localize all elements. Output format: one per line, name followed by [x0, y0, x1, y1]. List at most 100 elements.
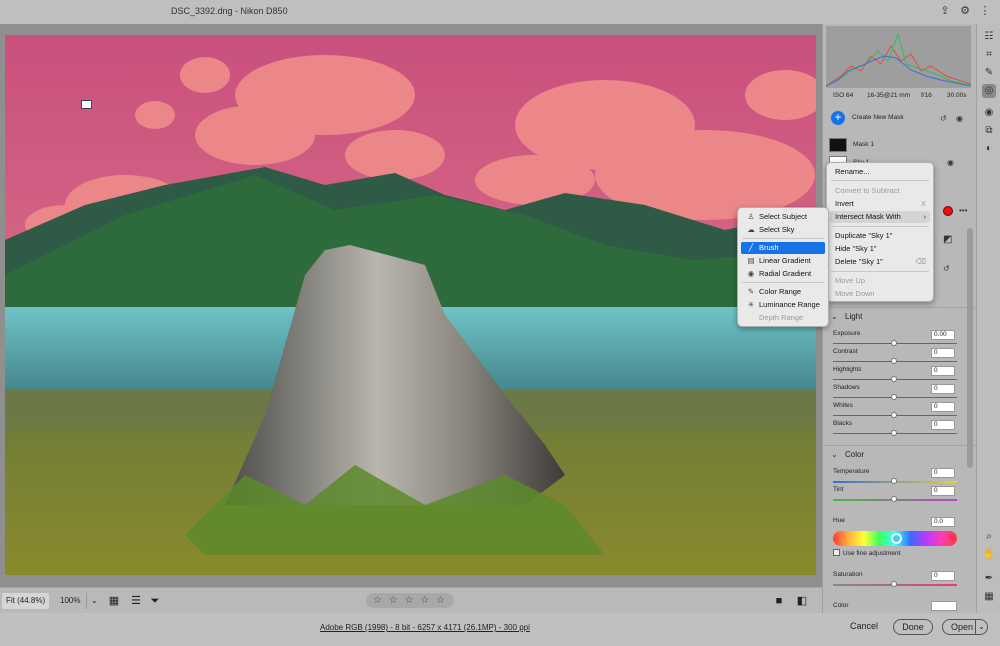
- done-button[interactable]: Done: [893, 619, 933, 635]
- overlay-color-button[interactable]: [943, 206, 953, 216]
- share-icon[interactable]: ⇪: [938, 4, 952, 18]
- presets-icon[interactable]: ◐: [982, 142, 996, 156]
- whites-slider[interactable]: Whites 0: [823, 402, 977, 420]
- slider-value[interactable]: 0.0: [931, 517, 955, 527]
- menu-item-move-up: Move Up: [835, 276, 866, 285]
- light-section-header[interactable]: ⌄ Light: [823, 307, 977, 325]
- slider-label: Exposure: [833, 330, 861, 337]
- highlights-slider[interactable]: Highlights 0: [823, 366, 977, 384]
- submenu-item-color-range[interactable]: ✎ Color Range: [741, 286, 825, 298]
- submenu-item-luminance-range[interactable]: ✳ Luminance Range: [741, 299, 825, 311]
- slider-knob[interactable]: [891, 376, 897, 382]
- snapshots-icon[interactable]: ⧉: [982, 124, 996, 138]
- eye-icon[interactable]: ◉: [956, 114, 963, 123]
- mask-pin-icon[interactable]: [81, 100, 92, 109]
- fine-adjustment-label: Use fine adjustment: [843, 550, 901, 557]
- submenu-item-radial-gradient[interactable]: ◉ Radial Gradient: [741, 268, 825, 280]
- before-after-icon[interactable]: ◧: [795, 593, 809, 609]
- slider-value[interactable]: 0: [931, 571, 955, 581]
- submenu-item-brush[interactable]: ╱ Brush: [741, 242, 825, 254]
- mask-overlay-toggle-icon[interactable]: ■: [772, 593, 786, 609]
- brush-icon: ╱: [748, 243, 754, 252]
- contrast-slider[interactable]: Contrast 0: [823, 348, 977, 366]
- slider-label: Tint: [833, 486, 844, 493]
- slider-value[interactable]: 0: [931, 486, 955, 496]
- panel-scrollbar[interactable]: [967, 228, 973, 468]
- grid-icon[interactable]: ▦: [982, 590, 996, 604]
- shadows-slider[interactable]: Shadows 0: [823, 384, 977, 402]
- menu-shortcut: X: [920, 199, 926, 208]
- filter-icon[interactable]: ⏷: [148, 593, 162, 609]
- heal-brush-icon[interactable]: ✎: [982, 66, 996, 80]
- submenu-item-linear-gradient[interactable]: ▤ Linear Gradient: [741, 255, 825, 267]
- saturation-slider[interactable]: Saturation 0: [823, 571, 977, 589]
- menu-item-duplicate[interactable]: Duplicate "Sky 1": [830, 230, 930, 242]
- fine-adjustment-checkbox[interactable]: Use fine adjustment: [833, 549, 900, 557]
- sort-icon[interactable]: ☰: [129, 593, 143, 609]
- menu-divider: [831, 180, 929, 181]
- slider-knob[interactable]: [891, 340, 897, 346]
- menu-item-rename[interactable]: Rename...: [830, 166, 930, 178]
- slider-value[interactable]: 0: [931, 384, 955, 394]
- checkbox-box[interactable]: [833, 549, 840, 556]
- menu-item-invert[interactable]: Invert X: [830, 198, 930, 210]
- menu-item-label: Depth Range: [759, 313, 804, 322]
- blacks-slider[interactable]: Blacks 0: [823, 420, 977, 438]
- zoom-fit-button[interactable]: Fit (44.8%): [2, 593, 50, 609]
- open-button[interactable]: Open ⌄: [942, 619, 988, 635]
- slider-value[interactable]: 0: [931, 348, 955, 358]
- mask-item[interactable]: Mask 1: [823, 136, 977, 154]
- slider-knob[interactable]: [891, 478, 897, 484]
- tint-slider[interactable]: Tint 0: [823, 486, 977, 504]
- submenu-item-select-sky[interactable]: ☁ Select Sky: [741, 224, 825, 236]
- slider-value[interactable]: 0: [931, 366, 955, 376]
- slider-value[interactable]: 0: [931, 402, 955, 412]
- color-swatch[interactable]: [931, 601, 957, 611]
- slider-knob[interactable]: [891, 412, 897, 418]
- open-options-chevron[interactable]: ⌄: [975, 620, 987, 634]
- cancel-button[interactable]: Cancel: [850, 621, 878, 631]
- light-section-title: Light: [845, 312, 863, 321]
- slider-value[interactable]: 0: [931, 420, 955, 430]
- sampler-icon[interactable]: ✒: [982, 572, 996, 586]
- slider-value[interactable]: 0.00: [931, 330, 955, 340]
- color-section-header[interactable]: ⌄ Color: [823, 445, 977, 463]
- exposure-slider[interactable]: Exposure 0.00: [823, 330, 977, 348]
- title-bar: DSC_3392.dng - Nikon D850 ⇪ ⚙ ⋮: [0, 0, 1000, 24]
- submenu-item-depth-range: Depth Range: [741, 312, 825, 324]
- submenu-item-select-subject[interactable]: ♙ Select Subject: [741, 211, 825, 223]
- menu-item-delete[interactable]: Delete "Sky 1" ⌫: [830, 256, 930, 268]
- more-horizontal-icon[interactable]: •••: [959, 206, 967, 215]
- menu-item-hide[interactable]: Hide "Sky 1": [830, 243, 930, 255]
- slider-knob[interactable]: [891, 430, 897, 436]
- hue-knob[interactable]: [891, 533, 902, 544]
- temperature-slider[interactable]: Temperature 0: [823, 468, 977, 486]
- zoom-icon[interactable]: ⌕: [982, 530, 996, 544]
- create-mask-button[interactable]: +: [831, 111, 845, 125]
- masking-icon[interactable]: ◎: [982, 84, 996, 98]
- hand-icon[interactable]: ✋: [982, 548, 996, 562]
- reset-icon[interactable]: ↺: [940, 114, 947, 123]
- slider-knob[interactable]: [891, 581, 897, 587]
- reset-icon[interactable]: ↺: [943, 264, 950, 273]
- slider-value[interactable]: 0: [931, 468, 955, 478]
- color-range-icon: ✎: [747, 287, 755, 296]
- gear-icon[interactable]: ⚙: [958, 4, 972, 18]
- zoom-menu-button[interactable]: ⌄: [86, 593, 102, 609]
- slider-knob[interactable]: [891, 496, 897, 502]
- rating-stars[interactable]: ☆ ☆ ☆ ☆ ☆: [366, 593, 454, 608]
- slider-knob[interactable]: [891, 394, 897, 400]
- slider-knob[interactable]: [891, 358, 897, 364]
- red-eye-icon[interactable]: ◉: [982, 106, 996, 120]
- brush-settings-icon[interactable]: ◩: [943, 234, 952, 245]
- menu-item-intersect-mask-with[interactable]: Intersect Mask With ›: [830, 211, 930, 223]
- eye-icon[interactable]: ◉: [947, 158, 954, 167]
- filmstrip-icon[interactable]: ▦: [107, 593, 121, 609]
- photo-preview[interactable]: [5, 35, 816, 575]
- workflow-options-link[interactable]: Adobe RGB (1998) - 8 bit - 6257 x 4171 (…: [320, 623, 530, 632]
- edit-sliders-icon[interactable]: ☷: [982, 30, 996, 44]
- slider-label: Temperature: [833, 468, 870, 475]
- zoom-100-button[interactable]: 100%: [56, 593, 84, 609]
- crop-icon[interactable]: ⌗: [982, 48, 996, 62]
- more-vertical-icon[interactable]: ⋮: [978, 4, 992, 18]
